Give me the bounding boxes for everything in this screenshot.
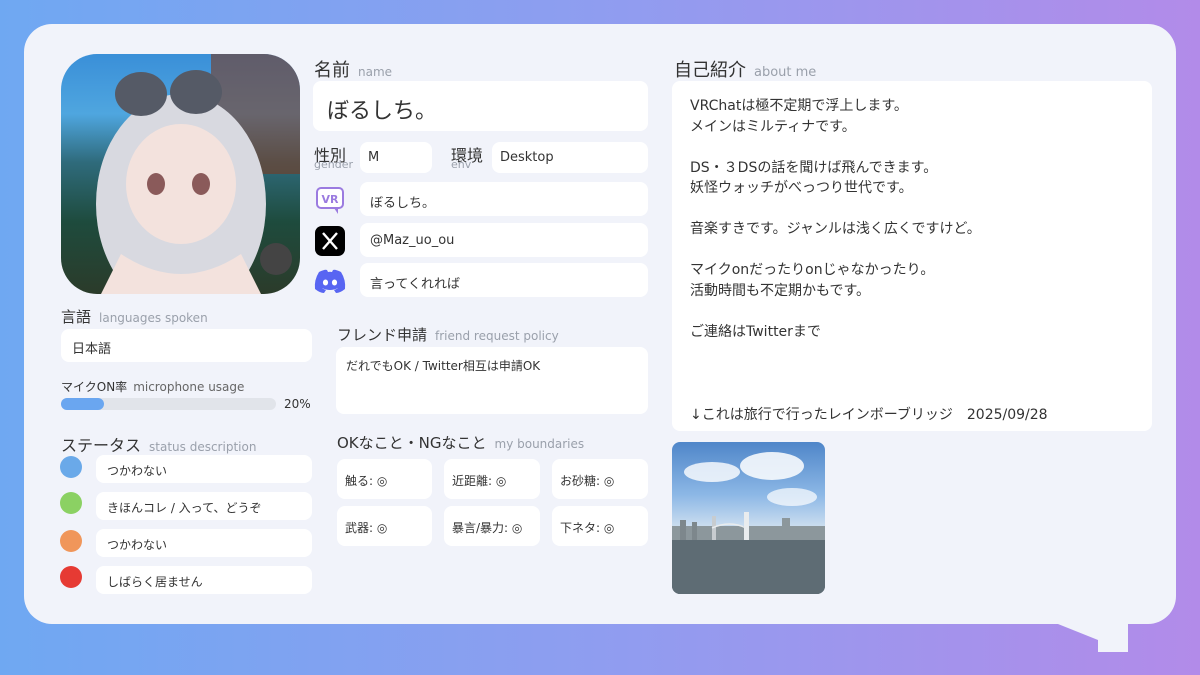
about-line: ご連絡はTwitterまで (690, 323, 821, 340)
friend-value: だれでもOK / Twitter相互は申請OK (346, 359, 541, 373)
status-dot-red (60, 566, 82, 588)
boundary-text: 触る: ◎ (345, 474, 388, 488)
about-line (690, 137, 1140, 158)
languages-label: 言語 languages spoken (61, 308, 208, 326)
status-text: しばらく居ません (107, 575, 203, 589)
status-text: つかわない (107, 538, 168, 552)
languages-value: 日本語 (72, 342, 112, 357)
boundary-text: お砂糖: ◎ (560, 474, 615, 488)
boundary-text: 近距離: ◎ (452, 474, 507, 488)
svg-text:VR: VR (322, 193, 340, 206)
about-caption: ↓これは旅行で行ったレインボーブリッジ 2025/09/28 (690, 407, 1048, 423)
rainbow-bridge-photo (672, 442, 825, 594)
about-line: メインはミルティナです。 (690, 118, 856, 135)
x-icon (312, 223, 348, 259)
about-line: DS・３DSの話を聞けば飛んできます。 (690, 159, 938, 176)
friend-label: フレンド申請 friend request policy (337, 326, 559, 344)
boundary-text: 武器: ◎ (345, 521, 388, 535)
status-text: きほんコレ / 入って、どうぞ (107, 501, 262, 515)
env-value: Desktop (500, 150, 554, 165)
gender-value: M (368, 150, 380, 165)
status-dot-orange (60, 530, 82, 552)
boundary-text: 下ネタ: ◎ (560, 521, 615, 535)
mic-percent: 20% (284, 397, 311, 411)
about-line: マイクonだったりonじゃなかったり。 (690, 262, 935, 278)
about-line: 音楽すきです。ジャンルは浅く広くですけど。 (690, 221, 981, 237)
status-text: つかわない (107, 464, 168, 478)
about-line: 活動時間も不定期かもです。 (690, 282, 871, 299)
twitter-value: @Maz_uo_ou (370, 233, 455, 248)
gender-sub: gender (314, 158, 353, 171)
about-line: 妖怪ウォッチがべっつり世代です。 (690, 180, 913, 196)
status-dot-green (60, 492, 82, 514)
avatar-image (61, 54, 300, 294)
discord-value: 言ってくれれば (370, 277, 460, 292)
vrchat-icon: VR (312, 182, 348, 218)
vrchat-value: ぼるしち。 (370, 196, 436, 211)
mic-progress-fill (61, 398, 104, 410)
about-text: VRChatは極不定期で浮上します。 メインはミルティナです。 DS・３DSの話… (690, 96, 1140, 342)
name-value: ぼるしち。 (327, 99, 438, 124)
boundary-text: 暴言/暴力: ◎ (452, 521, 523, 535)
boundaries-label: OKなこと・NGなこと my boundaries (337, 434, 585, 452)
about-line: VRChatは極不定期で浮上します。 (690, 98, 908, 114)
env-sub: env (451, 158, 472, 171)
discord-icon (312, 263, 348, 299)
about-line (690, 301, 1140, 322)
name-label: 名前 name (314, 60, 393, 81)
status-label: ステータス status description (61, 436, 257, 455)
mic-label: マイクON率 microphone usage (61, 380, 245, 394)
status-dot-blue (60, 456, 82, 478)
about-line (690, 199, 1140, 220)
about-label: 自己紹介 about me (674, 60, 817, 81)
mic-progress-bar (61, 398, 276, 410)
about-line (690, 240, 1140, 261)
speech-tail-base (1098, 612, 1128, 652)
